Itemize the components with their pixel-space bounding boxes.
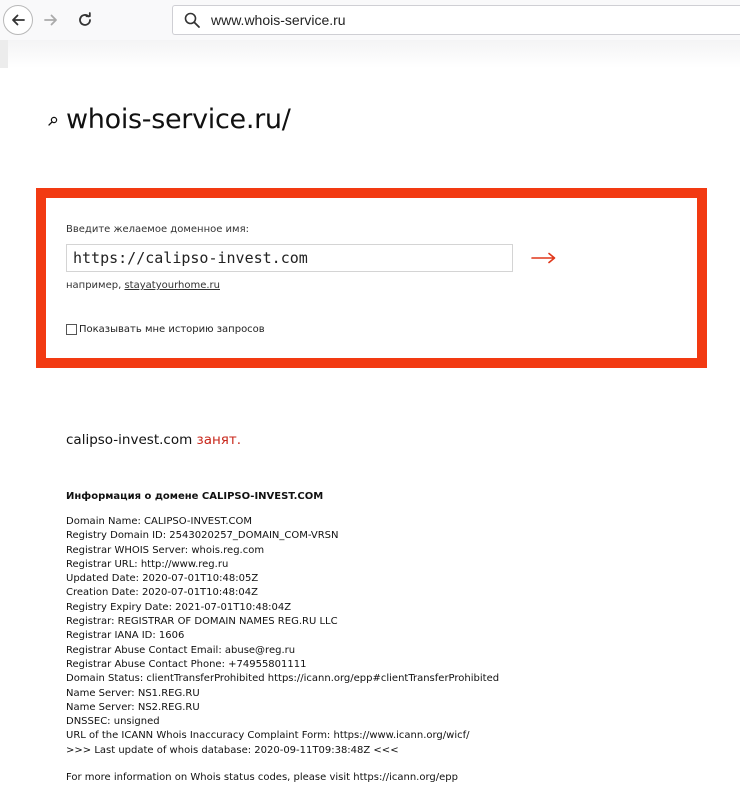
reload-icon: [79, 12, 91, 26]
whois-line: Registry Domain ID: 2543020257_DOMAIN_CO…: [66, 530, 339, 542]
page-edge: [0, 40, 8, 68]
whois-line: Registry Expiry Date: 2021-07-01T10:48:0…: [66, 601, 292, 613]
result-domain: calipso-invest.com: [66, 432, 193, 448]
whois-info-heading: Информация о домене CALIPSO-INVEST.COM: [66, 491, 324, 502]
arrow-left-icon: [12, 14, 25, 26]
toolbar-shadow: [0, 40, 740, 68]
search-icon: [184, 12, 200, 28]
example-prefix: например,: [66, 280, 122, 291]
whois-line: Name Server: NS2.REG.RU: [66, 701, 200, 713]
whois-line: Creation Date: 2020-07-01T10:48:04Z: [66, 587, 258, 599]
whois-footer-note: For more information on Whois status cod…: [66, 772, 458, 783]
reload-button[interactable]: [70, 5, 100, 35]
history-label: Показывать мне историю запросов: [79, 324, 265, 335]
whois-record: Domain Name: CALIPSO-INVEST.COM Registry…: [66, 515, 499, 758]
whois-line: DNSSEC: unsigned: [66, 716, 160, 728]
browser-toolbar: www.whois-service.ru: [0, 0, 740, 40]
whois-line: Registrar: REGISTRAR OF DOMAIN NAMES REG…: [66, 616, 338, 628]
domain-input-label: Введите желаемое доменное имя:: [66, 224, 249, 235]
site-title: whois-service.ru/: [66, 104, 291, 135]
availability-result: calipso-invest.com занят.: [66, 432, 241, 448]
history-toggle[interactable]: Показывать мне историю запросов: [66, 324, 265, 335]
domain-input[interactable]: [66, 244, 513, 272]
submit-button[interactable]: [526, 244, 562, 272]
domain-search-form: Введите желаемое доменное имя: например,…: [36, 188, 707, 368]
example-hint: например, stayatyourhome.ru: [66, 280, 220, 291]
whois-line: Domain Name: CALIPSO-INVEST.COM: [66, 516, 253, 527]
arrow-right-icon: [44, 14, 57, 26]
whois-line: Registrar IANA ID: 1606: [66, 630, 185, 642]
magnifier-logo-icon: [48, 116, 58, 126]
whois-line: Registrar Abuse Contact Phone: +74955801…: [66, 658, 307, 670]
whois-line: Name Server: NS1.REG.RU: [66, 687, 200, 699]
address-bar-url: www.whois-service.ru: [211, 12, 346, 28]
whois-line: Registrar Abuse Contact Email: abuse@reg…: [66, 644, 296, 656]
whois-line: Updated Date: 2020-07-01T10:48:05Z: [66, 573, 259, 585]
whois-line: URL of the ICANN Whois Inaccuracy Compla…: [66, 730, 470, 742]
whois-line: Registrar URL: http://www.reg.ru: [66, 558, 229, 570]
whois-line: Registrar WHOIS Server: whois.reg.com: [66, 544, 265, 556]
whois-line: >>> Last update of whois database: 2020-…: [66, 744, 399, 756]
forward-button[interactable]: [36, 5, 66, 35]
address-bar[interactable]: www.whois-service.ru: [172, 5, 740, 35]
back-button[interactable]: [3, 5, 33, 35]
result-status: занят.: [196, 432, 242, 448]
history-checkbox[interactable]: [66, 324, 77, 335]
arrow-right-icon: [531, 252, 556, 264]
example-link[interactable]: stayatyourhome.ru: [124, 280, 220, 291]
whois-line: Domain Status: clientTransferProhibited …: [66, 673, 500, 685]
